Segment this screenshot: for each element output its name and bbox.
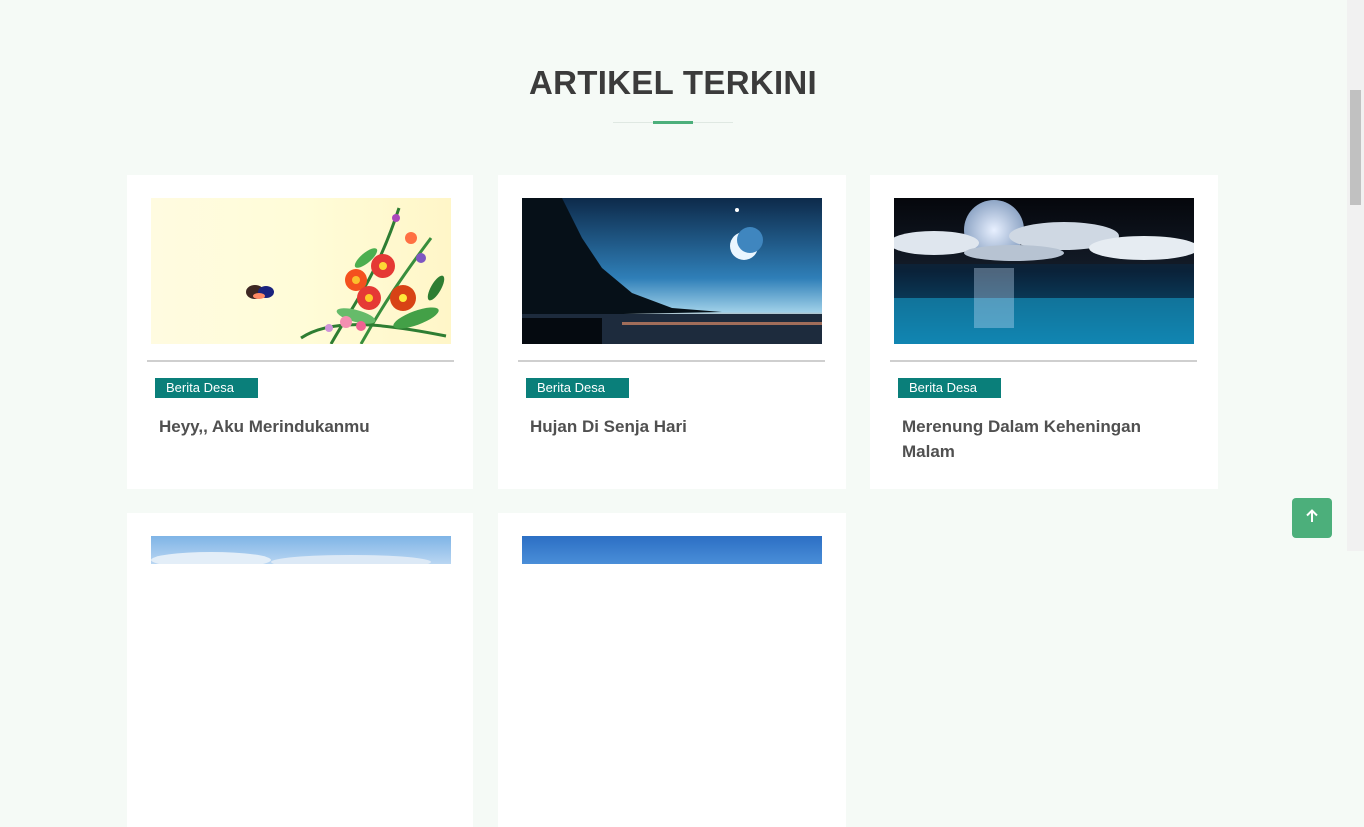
blue-sky-image[interactable] — [522, 536, 822, 564]
article-card[interactable]: Berita Desa Merenung Dalam Keheningan Ma… — [870, 175, 1218, 489]
flowers-butterfly-image[interactable] — [151, 198, 451, 344]
category-badge[interactable]: Berita Desa — [898, 378, 1001, 398]
sky-image[interactable] — [151, 536, 451, 564]
card-divider — [518, 360, 825, 362]
article-title[interactable]: Merenung Dalam Keheningan Malam — [902, 414, 1182, 464]
article-title[interactable]: Hujan Di Senja Hari — [530, 414, 810, 439]
card-divider — [147, 360, 454, 362]
article-card[interactable]: Berita Desa Hujan Di Senja Hari — [498, 175, 846, 489]
title-accent-bar — [653, 121, 693, 124]
scrollbar-track[interactable] — [1347, 0, 1364, 551]
scrollbar-thumb[interactable] — [1350, 90, 1361, 205]
card-divider — [890, 360, 1197, 362]
category-badge[interactable]: Berita Desa — [155, 378, 258, 398]
article-card[interactable] — [127, 513, 473, 827]
back-to-top-button[interactable] — [1292, 498, 1332, 538]
section-title: ARTIKEL TERKINI — [528, 64, 818, 101]
full-moon-ocean-image[interactable] — [894, 198, 1194, 344]
article-title[interactable]: Heyy,, Aku Merindukanmu — [159, 414, 439, 439]
article-card[interactable]: Berita Desa Heyy,, Aku Merindukanmu — [127, 175, 473, 489]
category-badge[interactable]: Berita Desa — [526, 378, 629, 398]
article-card[interactable] — [498, 513, 846, 827]
arrow-up-icon — [1304, 508, 1320, 529]
moon-lake-dusk-image[interactable] — [522, 198, 822, 344]
